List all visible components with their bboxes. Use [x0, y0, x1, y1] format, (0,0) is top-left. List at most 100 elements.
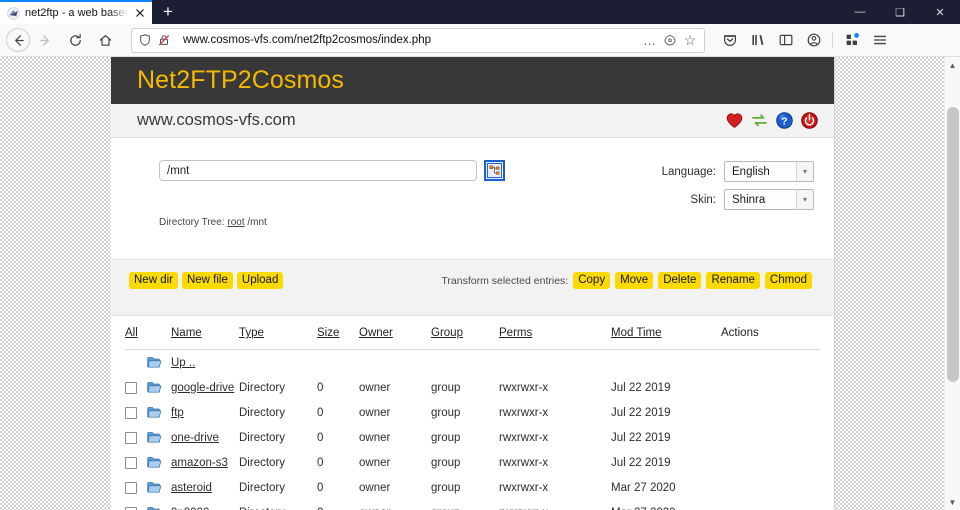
extensions-icon[interactable] [838, 27, 865, 54]
column-header-type[interactable]: Type [239, 316, 317, 351]
maximize-window-button[interactable]: ❑ [880, 0, 920, 24]
path-input[interactable]: /mnt [159, 160, 477, 181]
tab-close-icon[interactable] [133, 6, 147, 20]
column-header-owner[interactable]: Owner [359, 316, 431, 351]
reader-view-icon[interactable] [662, 32, 678, 48]
column-header-type-label[interactable]: Type [239, 327, 264, 339]
new-tab-button[interactable]: + [152, 0, 184, 24]
row-select-cell[interactable] [125, 450, 147, 475]
file-name-link[interactable]: amazon-s3 [171, 457, 228, 469]
library-icon[interactable] [744, 27, 771, 54]
scrollbar-track[interactable] [945, 73, 960, 494]
donate-heart-icon[interactable] [725, 111, 744, 130]
row-name-cell[interactable]: Up .. [171, 350, 239, 376]
row-checkbox[interactable] [125, 506, 137, 510]
column-header-group-label[interactable]: Group [431, 327, 463, 339]
file-name-link[interactable]: ftp [171, 407, 184, 419]
column-header-size[interactable]: Size [317, 316, 359, 351]
tracking-protection-shield-icon[interactable] [137, 32, 153, 48]
url-bar[interactable]: www.cosmos-vfs.com/net2ftp2cosmos/index.… [131, 27, 705, 53]
column-header-perms[interactable]: Perms [499, 316, 611, 351]
save-to-pocket-icon[interactable] [716, 27, 743, 54]
row-select-cell[interactable] [125, 425, 147, 450]
column-header-all[interactable]: All [125, 316, 147, 351]
copy-button[interactable]: Copy [573, 272, 611, 290]
file-name-link[interactable]: Up .. [171, 357, 195, 369]
row-checkbox[interactable] [125, 456, 137, 469]
language-select[interactable]: English ▾ [724, 161, 814, 182]
new-dir-button[interactable]: New dir [129, 272, 178, 290]
row-group-cell [431, 350, 499, 376]
language-value: English [732, 165, 770, 178]
column-header-mod-time[interactable]: Mod Time [611, 316, 721, 351]
home-button-icon[interactable] [91, 27, 120, 54]
column-header-size-label[interactable]: Size [317, 327, 339, 339]
column-header-mod-time-label[interactable]: Mod Time [611, 327, 662, 339]
url-text[interactable]: www.cosmos-vfs.com/net2ftp2cosmos/index.… [178, 34, 642, 46]
column-header-all-label[interactable]: All [125, 327, 138, 339]
path-row: /mnt Language: English ▾ Skin: Shinra ▾ [111, 160, 834, 210]
browser-tab[interactable]: net2ftp - a web based FTP client [0, 0, 152, 24]
chmod-button[interactable]: Chmod [764, 272, 812, 290]
row-checkbox[interactable] [125, 431, 137, 444]
row-checkbox[interactable] [125, 381, 137, 394]
new-file-button[interactable]: New file [181, 272, 233, 290]
page-scrollbar[interactable]: ▲ ▼ [944, 57, 960, 510]
row-mod-time-cell: Jul 22 2019 [611, 406, 671, 419]
scroll-down-arrow-icon[interactable]: ▼ [945, 494, 960, 510]
row-checkbox[interactable] [125, 481, 137, 494]
delete-button[interactable]: Delete [658, 272, 702, 290]
sidebars-icon[interactable] [772, 27, 799, 54]
rename-button[interactable]: Rename [706, 272, 760, 290]
upload-button[interactable]: Upload [236, 272, 284, 290]
chevron-down-icon[interactable]: ▾ [796, 162, 813, 181]
file-name-link[interactable]: asteroid [171, 482, 212, 494]
column-header-owner-label[interactable]: Owner [359, 327, 393, 339]
row-name-cell[interactable]: google-drive [171, 375, 239, 400]
row-select-cell[interactable] [125, 375, 147, 400]
directory-tree-breadcrumb: Directory Tree: root /mnt [159, 217, 834, 228]
help-icon[interactable]: ? [775, 111, 794, 130]
refresh-sync-icon[interactable] [750, 111, 769, 130]
file-name-link[interactable]: 9p2000 [171, 507, 209, 510]
scrollbar-thumb[interactable] [946, 107, 959, 382]
close-window-button[interactable]: ✕ [920, 0, 960, 24]
scroll-up-arrow-icon[interactable]: ▲ [945, 57, 960, 73]
row-name-cell[interactable]: one-drive [171, 425, 239, 450]
row-owner-cell: owner [359, 500, 431, 510]
row-name-cell[interactable]: 9p2000 [171, 500, 239, 510]
row-select-cell[interactable] [125, 500, 147, 510]
file-list-body: Up .. google-drive Directory 0 owner group rwx… [125, 350, 820, 510]
chevron-down-icon[interactable]: ▾ [796, 190, 813, 209]
column-header-group[interactable]: Group [431, 316, 499, 351]
row-name-cell[interactable]: ftp [171, 400, 239, 425]
row-size-cell: 0 [317, 381, 324, 394]
bookmark-star-icon[interactable]: ☆ [682, 32, 698, 48]
back-button-icon[interactable] [6, 28, 30, 52]
move-button[interactable]: Move [615, 272, 654, 290]
row-name-cell[interactable]: asteroid [171, 475, 239, 500]
tab-strip: net2ftp - a web based FTP client + — ❑ ✕ [0, 0, 960, 24]
file-name-link[interactable]: one-drive [171, 432, 219, 444]
file-name-link[interactable]: google-drive [171, 382, 234, 394]
directory-tree-button[interactable] [484, 160, 505, 181]
toolbar-separator [832, 32, 833, 48]
minimize-window-button[interactable]: — [840, 0, 880, 24]
row-name-cell[interactable]: amazon-s3 [171, 450, 239, 475]
page-actions-ellipsis-icon[interactable]: … [642, 32, 658, 48]
url-identity-box[interactable] [137, 32, 178, 48]
row-select-cell[interactable] [125, 475, 147, 500]
account-icon[interactable] [800, 27, 827, 54]
reload-button-icon[interactable] [61, 27, 90, 54]
application-menu-icon[interactable] [866, 27, 893, 54]
column-header-name[interactable]: Name [171, 316, 239, 351]
row-checkbox[interactable] [125, 406, 137, 419]
row-select-cell[interactable] [125, 400, 147, 425]
breadcrumb-root-link[interactable]: root [227, 217, 244, 228]
column-header-perms-label[interactable]: Perms [499, 327, 532, 339]
folder-icon-cell [147, 475, 171, 500]
skin-select[interactable]: Shinra ▾ [724, 189, 814, 210]
column-header-name-label[interactable]: Name [171, 327, 202, 339]
insecure-connection-crossed-lock-icon[interactable] [156, 32, 172, 48]
logout-power-icon[interactable] [800, 111, 819, 130]
